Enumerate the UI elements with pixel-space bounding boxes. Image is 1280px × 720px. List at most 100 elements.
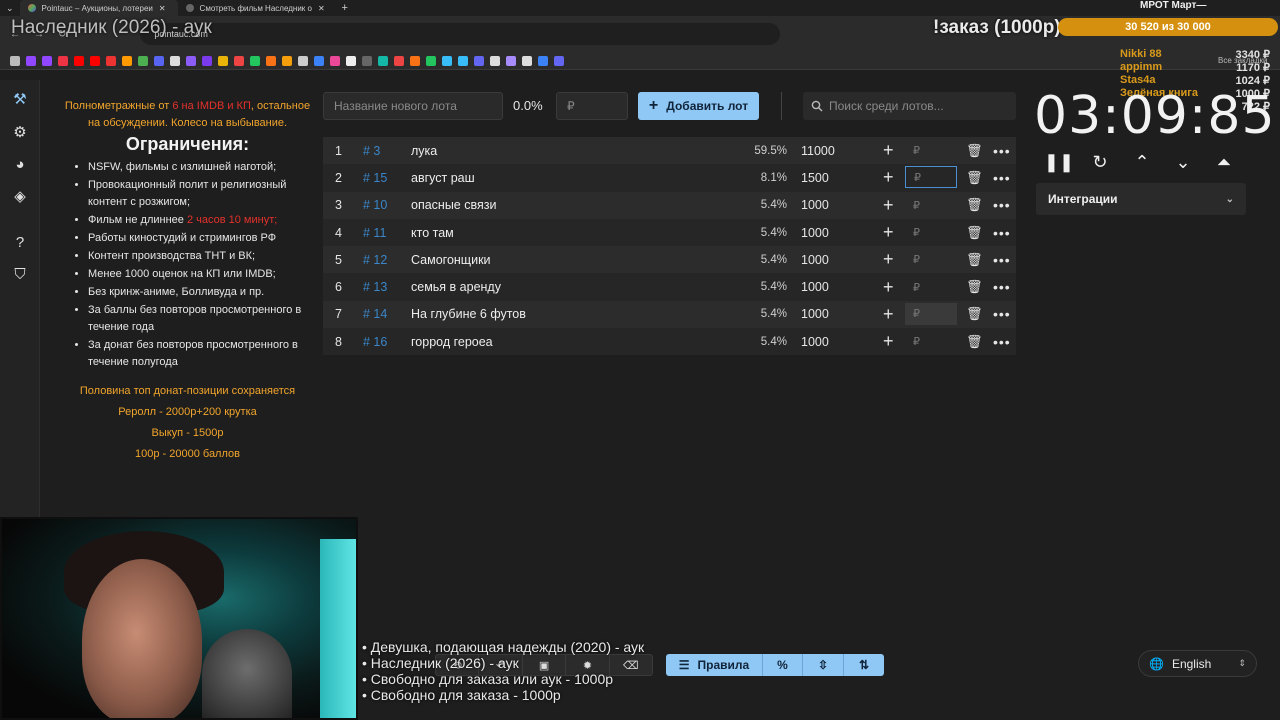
add-amount-input[interactable]: ₽	[905, 273, 957, 300]
add-amount-input[interactable]: ₽	[905, 166, 957, 189]
trash-icon[interactable]: 🗑	[966, 219, 983, 246]
add-amount-icon[interactable]: +	[883, 273, 894, 300]
add-amount-icon[interactable]: +	[883, 246, 894, 273]
lot-amount[interactable]: 1000	[801, 301, 829, 328]
bookmark-icon[interactable]	[218, 55, 228, 66]
add-lot-button[interactable]: + Добавить лот	[638, 92, 759, 120]
new-lot-name-input[interactable]: Название нового лота	[323, 92, 503, 120]
add-amount-icon[interactable]: +	[883, 164, 894, 191]
bookmark-icon[interactable]	[394, 55, 404, 66]
collapse-icon[interactable]: ⇳	[803, 654, 844, 676]
add-amount-icon[interactable]: +	[883, 301, 894, 328]
bookmark-icon[interactable]	[314, 55, 324, 66]
bookmark-icon[interactable]	[186, 55, 196, 66]
bookmark-icon[interactable]	[58, 55, 68, 66]
bookmark-icon[interactable]	[154, 55, 164, 66]
bookmark-icon[interactable]	[138, 55, 148, 66]
bookmark-icon[interactable]	[330, 55, 340, 66]
more-icon[interactable]: •••	[993, 273, 1011, 300]
lot-amount[interactable]: 1000	[801, 192, 829, 219]
lot-name[interactable]: горрод героеа	[411, 328, 493, 355]
youtube-icon[interactable]	[90, 55, 100, 66]
bookmark-icon[interactable]	[250, 55, 260, 66]
wheel-icon[interactable]: ◕	[11, 155, 29, 173]
close-icon[interactable]: ✕	[318, 4, 325, 13]
lot-amount[interactable]: 1000	[801, 219, 829, 246]
bookmark-icon[interactable]	[410, 55, 420, 66]
trash-icon[interactable]: 🗑	[966, 164, 983, 191]
bookmark-icon[interactable]	[298, 55, 308, 66]
lot-name[interactable]: Самогонщики	[411, 246, 491, 273]
bookmark-icon[interactable]	[506, 55, 516, 66]
add-amount-icon[interactable]: +	[883, 328, 894, 355]
help-icon[interactable]: ?	[11, 233, 29, 251]
more-icon[interactable]: •••	[993, 137, 1011, 164]
add-amount-input[interactable]: ₽	[905, 328, 957, 355]
shield-icon[interactable]: ⛉	[11, 265, 29, 283]
language-select[interactable]: 🌐 English ⇕	[1138, 650, 1257, 677]
percent-toggle-button[interactable]: %	[763, 654, 803, 676]
bookmark-icon[interactable]	[426, 55, 436, 66]
bookmark-icon[interactable]	[554, 55, 564, 66]
tab-list-icon[interactable]: ⌄	[0, 3, 20, 14]
bookmark-icon[interactable]	[170, 55, 180, 66]
lot-name[interactable]: кто там	[411, 219, 454, 246]
double-up-icon[interactable]: ⏶	[1214, 150, 1234, 174]
trash-icon[interactable]: 🗑	[966, 246, 983, 273]
new-lot-amount-input[interactable]: ₽	[556, 92, 628, 120]
more-icon[interactable]: •••	[993, 246, 1011, 273]
lot-amount[interactable]: 1500	[801, 164, 829, 191]
trash-icon[interactable]: 🗑	[966, 328, 983, 355]
twitch-icon[interactable]	[42, 55, 52, 66]
integrations-dropdown[interactable]: Интеграции ⌄	[1036, 183, 1246, 215]
add-amount-icon[interactable]: +	[883, 192, 894, 219]
bookmark-icon[interactable]	[106, 55, 116, 66]
lot-amount[interactable]: 1000	[801, 273, 829, 300]
trash-icon[interactable]: 🗑	[966, 301, 983, 328]
add-amount-input[interactable]: ₽	[905, 137, 957, 164]
more-icon[interactable]: •••	[993, 164, 1011, 191]
bookmark-icon[interactable]	[378, 55, 388, 66]
pause-icon[interactable]: ❚❚	[1044, 150, 1074, 174]
lot-name[interactable]: семья в аренду	[411, 273, 501, 300]
bookmark-icon[interactable]	[266, 55, 276, 66]
rules-button[interactable]: ☰ Правила	[666, 654, 763, 676]
browser-tab-movie[interactable]: Смотреть фильм Наследник о ✕	[178, 0, 336, 16]
trash-icon[interactable]: 🗑	[966, 273, 983, 300]
bookmark-icon[interactable]	[282, 55, 292, 66]
lot-name[interactable]: На глубине 6 футов	[411, 301, 526, 328]
lot-name[interactable]: август раш	[411, 164, 475, 191]
apps-icon[interactable]	[10, 55, 20, 66]
trash-icon[interactable]: 🗑	[966, 192, 983, 219]
twitch-icon[interactable]	[26, 55, 36, 66]
auction-hammer-icon[interactable]: ⚒	[11, 90, 29, 108]
more-icon[interactable]: •••	[993, 301, 1011, 328]
browser-tab-pointauc[interactable]: Pointauc – Аукционы, лотереи ✕	[19, 0, 178, 16]
lot-amount[interactable]: 1000	[801, 328, 829, 355]
add-amount-input[interactable]: ₽	[905, 302, 957, 325]
bookmark-icon[interactable]	[490, 55, 500, 66]
add-amount-input[interactable]: ₽	[905, 192, 957, 219]
lot-name[interactable]: опасные связи	[411, 192, 496, 219]
more-icon[interactable]: •••	[993, 219, 1011, 246]
telegram-icon[interactable]	[442, 55, 452, 66]
url-field[interactable]: pointauc.com	[140, 23, 781, 45]
add-amount-input[interactable]: ₽	[905, 246, 957, 273]
restart-icon[interactable]: ↻	[1090, 150, 1110, 174]
youtube-icon[interactable]	[74, 55, 84, 66]
more-icon[interactable]: •••	[993, 192, 1011, 219]
telegram-icon[interactable]	[458, 55, 468, 66]
add-amount-icon[interactable]: +	[883, 219, 894, 246]
add-time-icon[interactable]: ⌃	[1132, 150, 1152, 174]
bookmark-icon[interactable]	[346, 55, 356, 66]
bookmark-icon[interactable]	[362, 55, 372, 66]
lot-search-input[interactable]: Поиск среди лотов...	[803, 92, 1016, 120]
layers-icon[interactable]: ◈	[11, 187, 29, 205]
bookmark-icon[interactable]	[122, 55, 132, 66]
lot-amount[interactable]: 11000	[801, 137, 835, 164]
new-tab-icon[interactable]: +	[336, 2, 354, 14]
sort-icon[interactable]: ⇅	[844, 654, 884, 676]
trash-icon[interactable]: 🗑	[966, 137, 983, 164]
add-amount-icon[interactable]: +	[883, 137, 894, 164]
bookmark-icon[interactable]	[474, 55, 484, 66]
